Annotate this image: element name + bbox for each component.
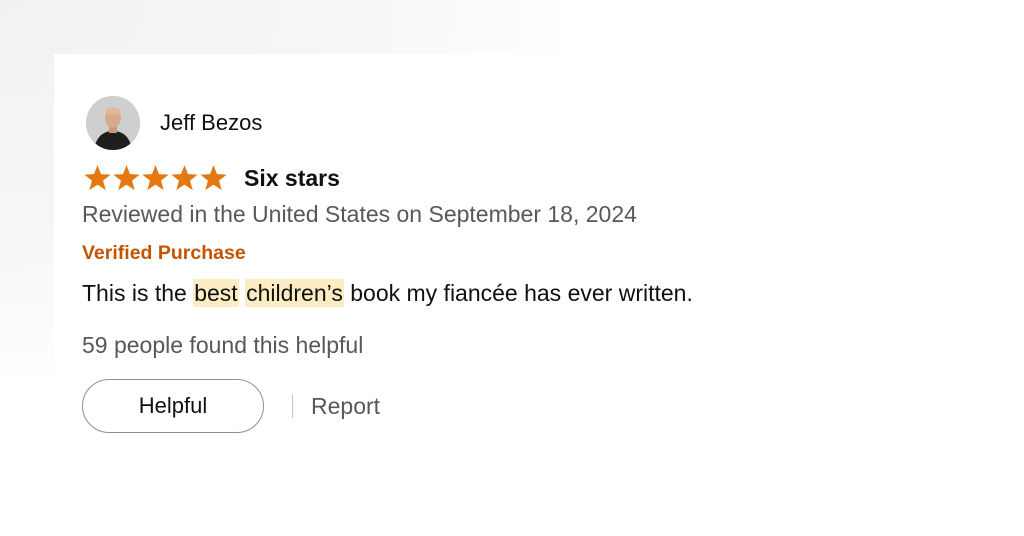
helpful-count: 59 people found this helpful (82, 332, 364, 358)
report-link[interactable]: Report (311, 393, 380, 420)
avatar-photo-icon (86, 96, 140, 150)
star-icon (171, 165, 198, 191)
avatar[interactable] (86, 96, 140, 150)
highlighted-word: children’s (245, 279, 344, 307)
review-text-segment: book my fiancée has ever written. (343, 280, 693, 306)
star-rating[interactable] (83, 164, 228, 192)
action-divider (292, 394, 293, 418)
rating-row: Six stars (83, 164, 340, 192)
reviewer-name[interactable]: Jeff Bezos (160, 110, 262, 136)
highlighted-word: best (193, 279, 239, 307)
star-icon (142, 165, 169, 191)
star-icon (113, 165, 140, 191)
review-card: Jeff Bezos Six stars Reviewed in the Uni… (54, 54, 1024, 536)
review-date: Reviewed in the United States on Septemb… (82, 201, 637, 227)
review-actions: Helpful Report (82, 379, 380, 433)
verified-purchase-badge: Verified Purchase (82, 242, 246, 264)
star-icon (84, 165, 111, 191)
star-icon (200, 165, 227, 191)
review-body: This is the best children’s book my fian… (82, 279, 693, 307)
review-text-segment: This is the (82, 280, 194, 306)
review-title[interactable]: Six stars (244, 165, 340, 192)
reviewer-profile[interactable]: Jeff Bezos (86, 96, 262, 150)
helpful-button[interactable]: Helpful (82, 379, 264, 433)
